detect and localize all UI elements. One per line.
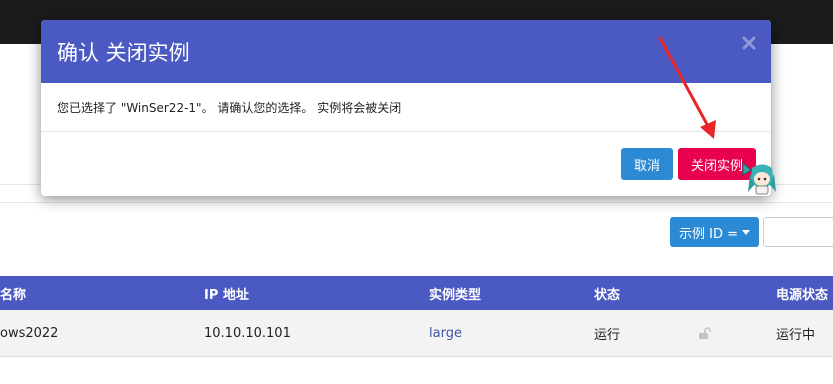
confirm-dialog: 确认 关闭实例 您已选择了 "WinSer22-1"。 请确认您的选择。 实例将…: [41, 20, 771, 196]
column-header-type[interactable]: 实例类型: [429, 276, 481, 310]
filter-field-dropdown[interactable]: 示例 ID =: [670, 217, 759, 247]
caret-down-icon: [742, 229, 750, 235]
close-icon: [742, 36, 756, 50]
column-header-ip[interactable]: IP 地址: [204, 276, 249, 310]
dialog-message: 您已选择了 "WinSer22-1"。 请确认您的选择。 实例将会被关闭: [57, 101, 402, 115]
table-header: 名称 IP 地址 实例类型 状态 电源状态: [0, 276, 833, 310]
dialog-divider: [41, 131, 771, 132]
close-button[interactable]: [738, 32, 760, 54]
instance-ip: 10.10.10.101: [204, 325, 291, 341]
instance-type-link[interactable]: large: [429, 310, 462, 356]
filter-field-label: 示例 ID =: [678, 226, 738, 242]
cursor-icon: [742, 161, 776, 195]
cancel-button[interactable]: 取消: [621, 148, 673, 180]
instance-name[interactable]: ows2022: [0, 310, 58, 356]
instance-status: 运行: [594, 327, 621, 343]
divider: [0, 202, 833, 203]
column-header-power-state[interactable]: 电源状态: [776, 276, 828, 310]
dialog-title: 确认 关闭实例: [57, 41, 190, 65]
dialog-header: 确认 关闭实例: [41, 20, 771, 83]
instance-power-state: 运行中: [776, 327, 816, 343]
column-header-name[interactable]: 名称: [0, 276, 26, 310]
column-header-status[interactable]: 状态: [594, 276, 620, 310]
unlock-icon: [698, 310, 712, 356]
filter-input[interactable]: [763, 217, 833, 247]
table-row[interactable]: ows2022 10.10.10.101 large 运行 运行中: [0, 310, 833, 357]
